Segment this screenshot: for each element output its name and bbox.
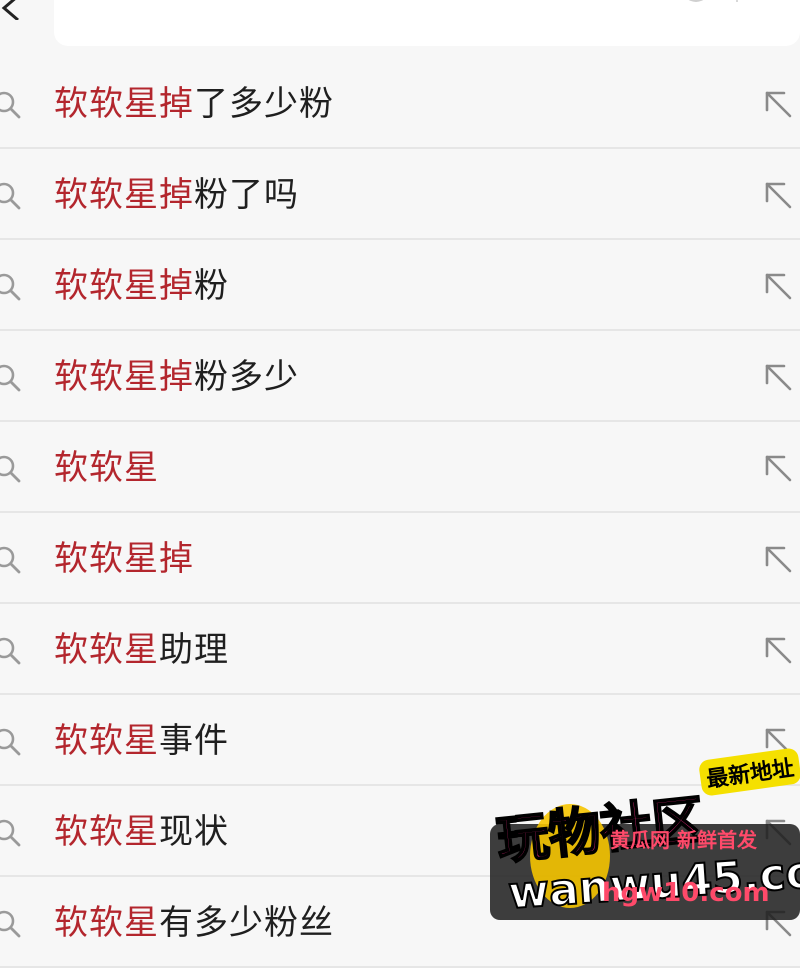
suggestion-text: 软软星掉粉了吗	[54, 169, 299, 221]
back-arrow-icon[interactable]	[0, 0, 22, 20]
suggestion-highlight: 软软星掉	[54, 539, 194, 579]
suggestion-rest: 现状	[159, 812, 229, 852]
suggestion-text: 软软星掉了多少粉	[54, 78, 334, 130]
fill-query-arrow-icon[interactable]	[762, 452, 794, 484]
suggestion-highlight: 软软星	[54, 903, 159, 943]
suggestion-highlight: 软软星	[54, 448, 159, 488]
suggestion-text: 软软星有多少粉丝	[54, 897, 334, 949]
watermark-alt-domain: hgw10.com	[602, 878, 770, 908]
fill-query-arrow-icon[interactable]	[762, 270, 794, 302]
fill-query-arrow-icon[interactable]	[762, 543, 794, 575]
suggestion-rest: 助理	[159, 630, 229, 670]
suggestion-text: 软软星掉粉	[54, 260, 229, 312]
suggestion-highlight: 软软星	[54, 721, 159, 761]
fill-query-arrow-icon[interactable]	[762, 179, 794, 211]
search-header	[0, 0, 800, 58]
fill-query-arrow-icon[interactable]	[762, 634, 794, 666]
clear-circle-icon[interactable]	[681, 0, 711, 3]
search-icon	[0, 364, 21, 392]
suggestion-highlight: 软软星掉	[54, 357, 194, 397]
suggestion-item[interactable]: 软软星掉	[0, 513, 800, 604]
watermark-tagline: 黄瓜网 新鲜首发	[610, 828, 757, 852]
suggestion-rest: 粉了吗	[194, 175, 299, 215]
suggestion-text: 软软星	[54, 442, 159, 494]
search-box-divider	[736, 0, 738, 2]
suggestion-text: 软软星事件	[54, 715, 229, 767]
search-icon	[0, 728, 21, 756]
watermark: 玩物社区 最新地址 wanwu45.com 黄瓜网 新鲜首发 hgw10.com	[490, 747, 800, 920]
search-icon	[0, 910, 21, 938]
search-icon	[0, 273, 21, 301]
suggestion-rest: 事件	[159, 721, 229, 761]
suggestion-item[interactable]: 软软星助理	[0, 604, 800, 695]
suggestion-highlight: 软软星	[54, 812, 159, 852]
suggestion-item[interactable]: 软软星掉粉了吗	[0, 149, 800, 240]
suggestion-highlight: 软软星掉	[54, 84, 194, 124]
suggestion-highlight: 软软星	[54, 630, 159, 670]
suggestion-text: 软软星现状	[54, 806, 229, 858]
suggestion-highlight: 软软星掉	[54, 266, 194, 306]
suggestion-item[interactable]: 软软星	[0, 422, 800, 513]
suggestion-text: 软软星掉粉多少	[54, 351, 299, 403]
search-icon	[0, 455, 21, 483]
suggestion-rest: 粉	[194, 266, 229, 306]
fill-query-arrow-icon[interactable]	[762, 88, 794, 120]
search-input[interactable]	[54, 0, 800, 46]
suggestion-item[interactable]: 软软星掉粉	[0, 240, 800, 331]
search-icon	[0, 182, 21, 210]
search-icon	[0, 637, 21, 665]
search-icon	[0, 819, 21, 847]
search-icon	[0, 546, 21, 574]
suggestion-item[interactable]: 软软星掉粉多少	[0, 331, 800, 422]
suggestion-rest: 有多少粉丝	[159, 903, 334, 943]
suggestion-text: 软软星助理	[54, 624, 229, 676]
fill-query-arrow-icon[interactable]	[762, 361, 794, 393]
suggestion-text: 软软星掉	[54, 533, 194, 585]
suggestion-rest: 粉多少	[194, 357, 299, 397]
suggestion-item[interactable]: 软软星掉了多少粉	[0, 58, 800, 149]
suggestion-rest: 了多少粉	[194, 84, 334, 124]
search-icon	[0, 91, 21, 119]
suggestion-highlight: 软软星掉	[54, 175, 194, 215]
